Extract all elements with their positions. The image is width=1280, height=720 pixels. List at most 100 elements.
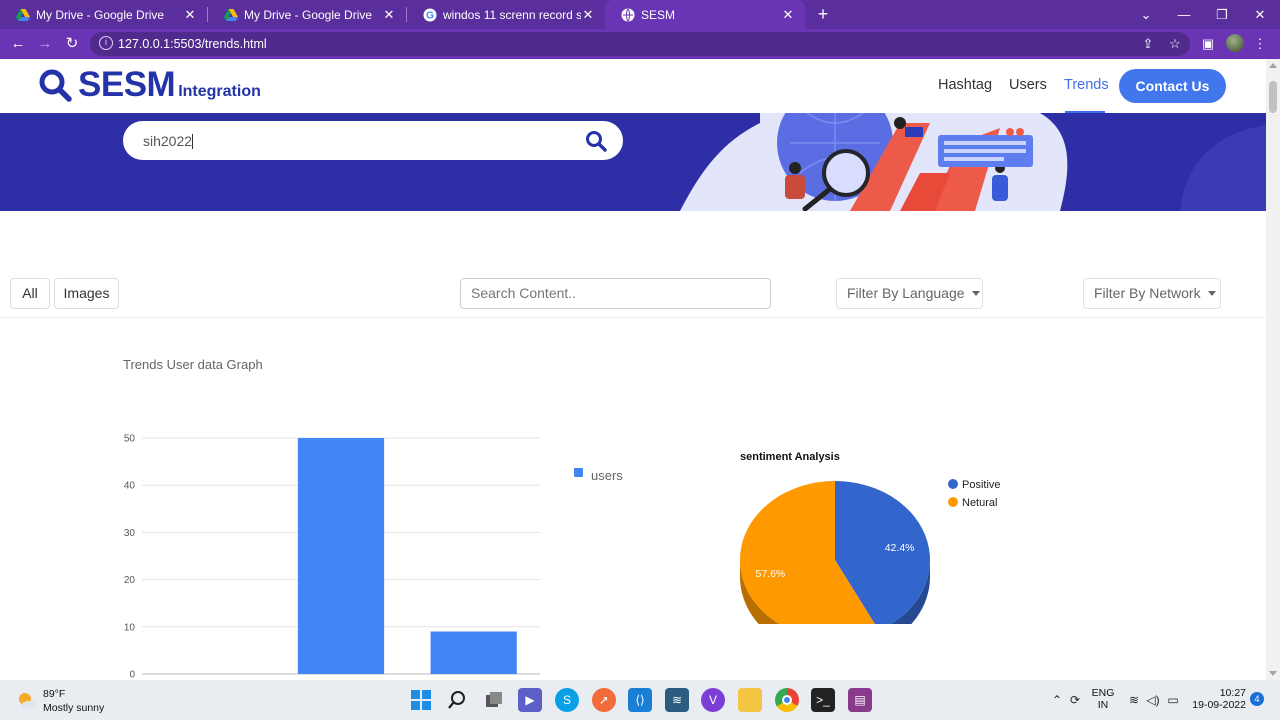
reload-icon[interactable]: ↻ <box>62 34 82 54</box>
caret-down-icon <box>1207 291 1216 296</box>
hero-search-input[interactable]: sih2022 <box>123 121 623 160</box>
minimize-button[interactable]: — <box>1166 0 1202 29</box>
chevron-down-icon[interactable]: ⌄ <box>1128 0 1164 29</box>
tab-title: SESM <box>641 7 676 22</box>
network-filter-dropdown[interactable]: Filter By Network <box>1083 278 1221 309</box>
tab-title: windos 11 screnn record shortcut <box>443 7 581 22</box>
share-icon[interactable]: ⇪ <box>1139 35 1157 53</box>
language-filter-label: Filter By Language <box>847 285 965 301</box>
file-explorer-icon[interactable] <box>738 688 762 712</box>
filter-images-button[interactable]: Images <box>54 278 119 309</box>
close-icon[interactable]: ✕ <box>581 7 595 23</box>
language-filter-dropdown[interactable]: Filter By Language <box>836 278 983 309</box>
bar-chart: 01020304050twitteryoutubeinstagramusers <box>124 434 623 681</box>
y-tick-label: 0 <box>129 670 135 681</box>
winrar-icon[interactable]: ▤ <box>848 688 872 712</box>
weather-temp: 89°F <box>43 688 66 700</box>
svg-text:G: G <box>426 10 434 21</box>
browser-address-bar: ← → ↻ i 127.0.0.1:5503/trends.html ⇪ ☆ ▣… <box>0 29 1280 59</box>
google-drive-icon <box>224 8 238 22</box>
skype-icon[interactable]: S <box>555 688 579 712</box>
vscode-icon[interactable]: ⟨⟩ <box>628 688 652 712</box>
window-close-button[interactable]: ✕ <box>1242 0 1278 29</box>
brave-icon[interactable]: V <box>701 688 725 712</box>
url-input[interactable]: i 127.0.0.1:5503/trends.html <box>90 32 1190 56</box>
language-code: ENG <box>1091 687 1115 699</box>
pie-value-label: 57.6% <box>755 568 785 580</box>
filter-all-button[interactable]: All <box>10 278 50 309</box>
search-icon[interactable] <box>585 130 607 152</box>
close-icon[interactable]: ✕ <box>183 7 197 23</box>
legend-label: Netural <box>962 497 997 509</box>
globe-icon <box>621 8 635 22</box>
notification-badge[interactable]: 4 <box>1250 692 1264 706</box>
network-filter-label: Filter By Network <box>1094 285 1201 301</box>
browser-tab-1[interactable]: My Drive - Google Drive ✕ <box>0 0 207 29</box>
browser-tab-2[interactable]: My Drive - Google Drive ✕ <box>208 0 406 29</box>
maximize-button[interactable]: ❐ <box>1204 0 1240 29</box>
new-tab-button[interactable]: + <box>814 4 832 24</box>
search-content-input[interactable]: Search Content.. <box>460 278 771 309</box>
search-icon <box>39 69 72 102</box>
bar-chart-title: Trends User data Graph <box>123 357 263 372</box>
sidebar-icon[interactable]: ▣ <box>1199 35 1217 53</box>
postman-icon[interactable]: ➚ <box>592 688 616 712</box>
legend-label: users <box>591 468 623 483</box>
hero-banner: sih2022 <box>0 113 1266 211</box>
google-drive-icon <box>16 8 30 22</box>
forward-arrow-icon[interactable]: → <box>35 34 55 54</box>
avatar[interactable] <box>1226 34 1244 52</box>
task-view-icon[interactable] <box>482 688 506 712</box>
legend-label: Positive <box>962 479 1001 491</box>
sun-cloud-icon <box>19 693 36 709</box>
bookmark-star-icon[interactable]: ☆ <box>1166 35 1184 53</box>
pie-chart: sentiment Analysis 42.4% 57.6% Positive Netu… <box>740 451 1001 624</box>
legend-swatch <box>574 468 583 477</box>
menu-dots-icon[interactable]: ⋮ <box>1251 35 1269 53</box>
search-icon[interactable] <box>445 688 469 712</box>
site-logo[interactable]: SESM Integration <box>38 65 261 105</box>
weather-widget[interactable]: 89°F Mostly sunny <box>16 687 116 715</box>
sync-icon[interactable]: ⟳ <box>1063 688 1087 712</box>
google-icon: G <box>423 8 437 22</box>
browser-tab-4[interactable]: SESM ✕ <box>605 0 805 29</box>
scroll-up-arrow[interactable] <box>1269 63 1277 68</box>
filter-bar: All Images Search Content.. Filter By La… <box>0 278 1266 318</box>
clock-time: 10:27 <box>1219 687 1246 699</box>
chrome-icon[interactable] <box>775 688 799 712</box>
logo-main-text: SESM <box>78 65 176 104</box>
nav-link-hashtag[interactable]: Hashtag <box>938 77 992 93</box>
close-icon[interactable]: ✕ <box>382 7 396 23</box>
teams-icon[interactable]: ▶ <box>518 688 542 712</box>
browser-tab-3[interactable]: G windos 11 screnn record shortcut ✕ <box>407 0 605 29</box>
scroll-down-arrow[interactable] <box>1269 671 1277 676</box>
back-arrow-icon[interactable]: ← <box>8 34 28 54</box>
legend-swatch <box>948 479 958 489</box>
tab-title: My Drive - Google Drive <box>36 7 165 22</box>
y-tick-label: 30 <box>124 528 136 539</box>
close-icon[interactable]: ✕ <box>781 7 795 23</box>
y-tick-label: 20 <box>124 575 136 586</box>
clock[interactable]: 10:27 19-09-2022 <box>1190 687 1246 715</box>
weather-desc: Mostly sunny <box>43 702 105 714</box>
battery-icon[interactable]: ▭ <box>1161 688 1185 712</box>
tab-title: My Drive - Google Drive <box>244 7 373 22</box>
contact-us-button[interactable]: Contact Us <box>1119 69 1226 103</box>
windows-taskbar: 89°F Mostly sunny ▶ S ➚ ⟨⟩ ≋ V >_ ▤ ⌃ ⟳ … <box>0 680 1280 720</box>
nav-link-trends[interactable]: Trends <box>1064 77 1109 93</box>
nav-link-users[interactable]: Users <box>1009 77 1047 93</box>
site-header: SESM Integration Hashtag Users Trends Co… <box>0 59 1266 113</box>
scrollbar-thumb[interactable] <box>1269 81 1277 113</box>
info-icon[interactable]: i <box>99 36 113 50</box>
mysql-workbench-icon[interactable]: ≋ <box>665 688 689 712</box>
page-scrollbar[interactable] <box>1266 59 1280 680</box>
pie-chart-title: sentiment Analysis <box>740 451 840 463</box>
language-indicator[interactable]: ENG IN <box>1090 687 1116 715</box>
caret-down-icon <box>971 291 980 296</box>
windows-start-icon[interactable] <box>409 688 433 712</box>
y-tick-label: 10 <box>124 622 136 633</box>
y-tick-label: 50 <box>124 434 136 445</box>
terminal-icon[interactable]: >_ <box>811 688 835 712</box>
pie-value-label: 42.4% <box>885 542 915 554</box>
y-tick-label: 40 <box>124 481 136 492</box>
